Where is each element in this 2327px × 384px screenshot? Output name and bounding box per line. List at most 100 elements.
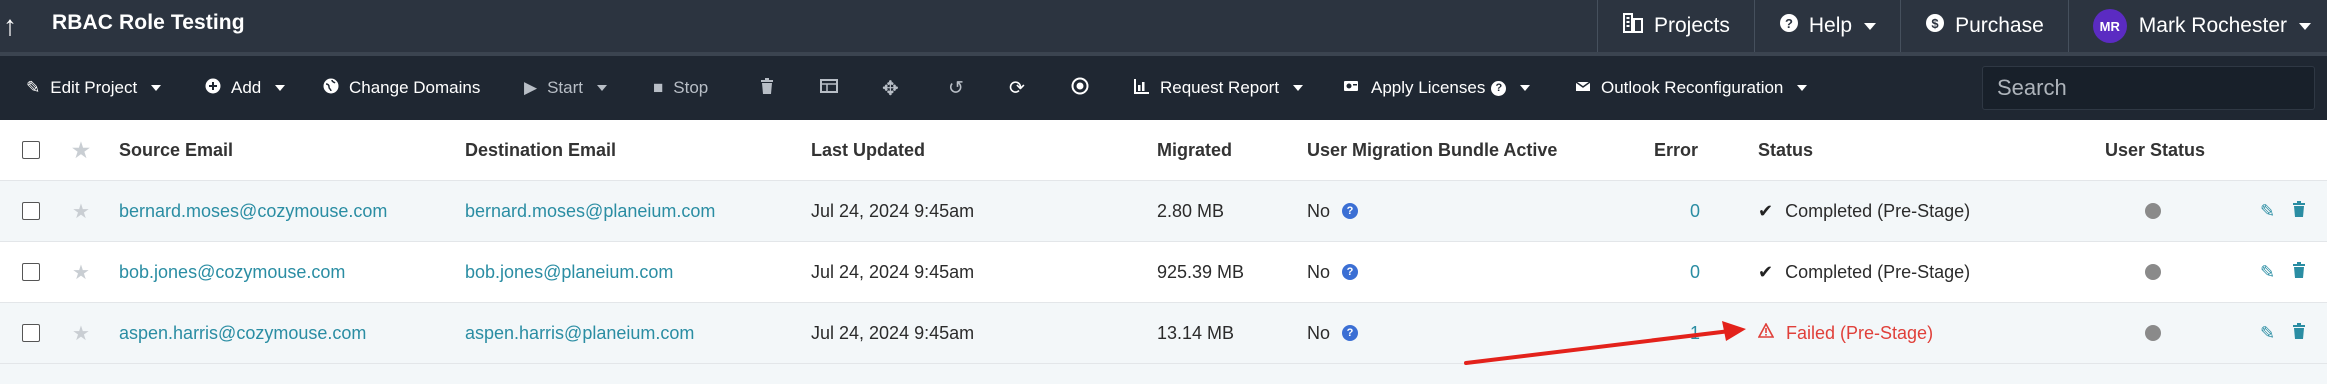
- delete-toolbar-button[interactable]: [760, 56, 774, 120]
- last-updated-cell: Jul 24, 2024 9:45am: [811, 322, 975, 343]
- building-icon: [1622, 12, 1644, 40]
- request-report-button[interactable]: Request Report: [1134, 56, 1304, 120]
- request-report-label: Request Report: [1160, 78, 1280, 97]
- delete-row-button[interactable]: [2292, 242, 2306, 302]
- add-button[interactable]: Add: [205, 56, 286, 120]
- star-icon[interactable]: ★: [72, 260, 90, 285]
- source-email-link[interactable]: bob.jones@cozymouse.com: [119, 242, 345, 302]
- help-label: Help: [1808, 14, 1853, 37]
- edit-row-button[interactable]: ✎: [2260, 181, 2275, 241]
- delete-row-button[interactable]: [2292, 303, 2306, 363]
- licenses-icon: [1343, 78, 1361, 99]
- chevron-down-icon: [275, 85, 286, 91]
- purchase-label: Purchase: [1955, 14, 2044, 37]
- target-icon: [1071, 77, 1089, 100]
- projects-link[interactable]: Projects: [1597, 0, 1754, 52]
- migrated-cell: 925.39 MB: [1157, 261, 1245, 282]
- change-domains-button[interactable]: Change Domains: [323, 56, 480, 120]
- chevron-down-icon: [1864, 22, 1877, 30]
- move-arrows-icon: ✥: [882, 77, 899, 100]
- edit-row-button[interactable]: ✎: [2260, 242, 2275, 302]
- select-all-checkbox[interactable]: [22, 141, 40, 159]
- search-input[interactable]: [1982, 66, 2315, 110]
- row-checkbox[interactable]: [22, 202, 40, 220]
- edit-row-button[interactable]: ✎: [2260, 303, 2275, 363]
- apply-licenses-button[interactable]: Apply Licenses ?: [1343, 56, 1531, 120]
- projects-label: Projects: [1654, 14, 1730, 37]
- row-select-cell: [22, 303, 40, 363]
- column-header-bundle-active[interactable]: User Migration Bundle Active: [1307, 120, 1557, 180]
- question-circle-icon[interactable]: ?: [1342, 264, 1359, 280]
- user-status-cell: [2145, 242, 2161, 302]
- stop-button[interactable]: ■ Stop: [653, 56, 708, 120]
- edit-project-button[interactable]: ✎ Edit Project: [26, 56, 162, 120]
- column-header-destination-email[interactable]: Destination Email: [465, 120, 616, 180]
- star-icon[interactable]: ★: [72, 321, 90, 346]
- column-header-source-email[interactable]: Source Email: [119, 120, 233, 180]
- user-status-dot: [2145, 264, 2161, 280]
- table-row[interactable]: ★ aspen.harris@cozymouse.com aspen.harri…: [0, 303, 2327, 364]
- source-email-link[interactable]: bernard.moses@cozymouse.com: [119, 181, 387, 241]
- arrow-up-icon[interactable]: ↑: [0, 6, 20, 46]
- chevron-down-icon: [1293, 85, 1304, 91]
- row-select-cell: [22, 242, 40, 302]
- question-circle-icon[interactable]: ?: [1491, 80, 1507, 96]
- column-header-error[interactable]: Error: [1654, 120, 1698, 180]
- help-menu[interactable]: ? Help: [1753, 0, 1900, 52]
- undo-icon: ↺: [948, 77, 964, 99]
- column-header-migrated[interactable]: Migrated: [1157, 120, 1232, 180]
- last-updated-cell: Jul 24, 2024 9:45am: [811, 200, 975, 221]
- chevron-down-icon: [2299, 22, 2311, 30]
- chevron-down-icon: [596, 85, 607, 91]
- favorite-cell: ★: [72, 303, 90, 363]
- purchase-link[interactable]: $ Purchase: [1900, 0, 2068, 52]
- play-icon: ▶: [524, 78, 538, 97]
- column-header-last-updated[interactable]: Last Updated: [811, 120, 925, 180]
- row-checkbox[interactable]: [22, 324, 40, 342]
- start-button[interactable]: ▶ Start: [524, 56, 607, 120]
- move-button[interactable]: ✥: [882, 56, 899, 120]
- column-header-status[interactable]: Status: [1758, 120, 1813, 180]
- table-view-button[interactable]: [820, 56, 838, 120]
- favorite-cell: ★: [72, 181, 90, 241]
- favorite-header: ★: [72, 120, 90, 180]
- user-status-dot: [2145, 203, 2161, 219]
- error-count-link[interactable]: 0: [1660, 242, 1700, 302]
- trash-icon: [2292, 322, 2306, 344]
- error-count-link[interactable]: 0: [1660, 181, 1700, 241]
- refresh-button[interactable]: ⟳: [1009, 56, 1025, 120]
- outlook-reconfiguration-button[interactable]: Outlook Reconfiguration: [1575, 56, 1808, 120]
- pencil-icon: ✎: [2260, 261, 2276, 282]
- column-header-user-status[interactable]: User Status: [2105, 120, 2205, 180]
- question-circle-icon[interactable]: ?: [1342, 325, 1359, 341]
- pencil-icon: ✎: [2260, 200, 2276, 221]
- row-checkbox[interactable]: [22, 263, 40, 281]
- bundle-active-value: No: [1307, 261, 1331, 282]
- status-text: Completed (Pre-Stage): [1785, 261, 1971, 282]
- status-cell: ✔ Completed (Pre-Stage): [1758, 181, 1970, 241]
- error-count-link[interactable]: 1: [1660, 303, 1700, 363]
- question-circle-icon[interactable]: ?: [1342, 203, 1359, 219]
- source-email-link[interactable]: aspen.harris@cozymouse.com: [119, 303, 366, 363]
- table-row[interactable]: ★ bob.jones@cozymouse.com bob.jones@plan…: [0, 242, 2327, 303]
- avatar: MR: [2092, 9, 2127, 43]
- status-text: Completed (Pre-Stage): [1785, 200, 1971, 221]
- destination-email-link[interactable]: aspen.harris@planeium.com: [465, 303, 694, 363]
- pencil-icon: ✎: [26, 78, 41, 97]
- delete-row-button[interactable]: [2292, 181, 2306, 241]
- destination-email-link[interactable]: bernard.moses@planeium.com: [465, 181, 715, 241]
- star-icon[interactable]: ★: [72, 138, 90, 163]
- table-row[interactable]: ★ bernard.moses@cozymouse.com bernard.mo…: [0, 181, 2327, 242]
- star-icon[interactable]: ★: [72, 199, 90, 224]
- bundle-active-value: No: [1307, 200, 1331, 221]
- destination-email-link[interactable]: bob.jones@planeium.com: [465, 242, 673, 302]
- status-text: Failed (Pre-Stage): [1786, 322, 1934, 343]
- target-button[interactable]: [1071, 56, 1089, 120]
- stop-label: Stop: [673, 78, 709, 97]
- pencil-icon: ✎: [2260, 322, 2276, 343]
- bundle-active-cell: No ?: [1307, 181, 1359, 241]
- trash-icon: [760, 77, 774, 99]
- user-menu[interactable]: MR Mark Rochester: [2067, 0, 2327, 52]
- undo-button[interactable]: ↺: [948, 56, 964, 120]
- question-circle-icon: ?: [1779, 13, 1799, 39]
